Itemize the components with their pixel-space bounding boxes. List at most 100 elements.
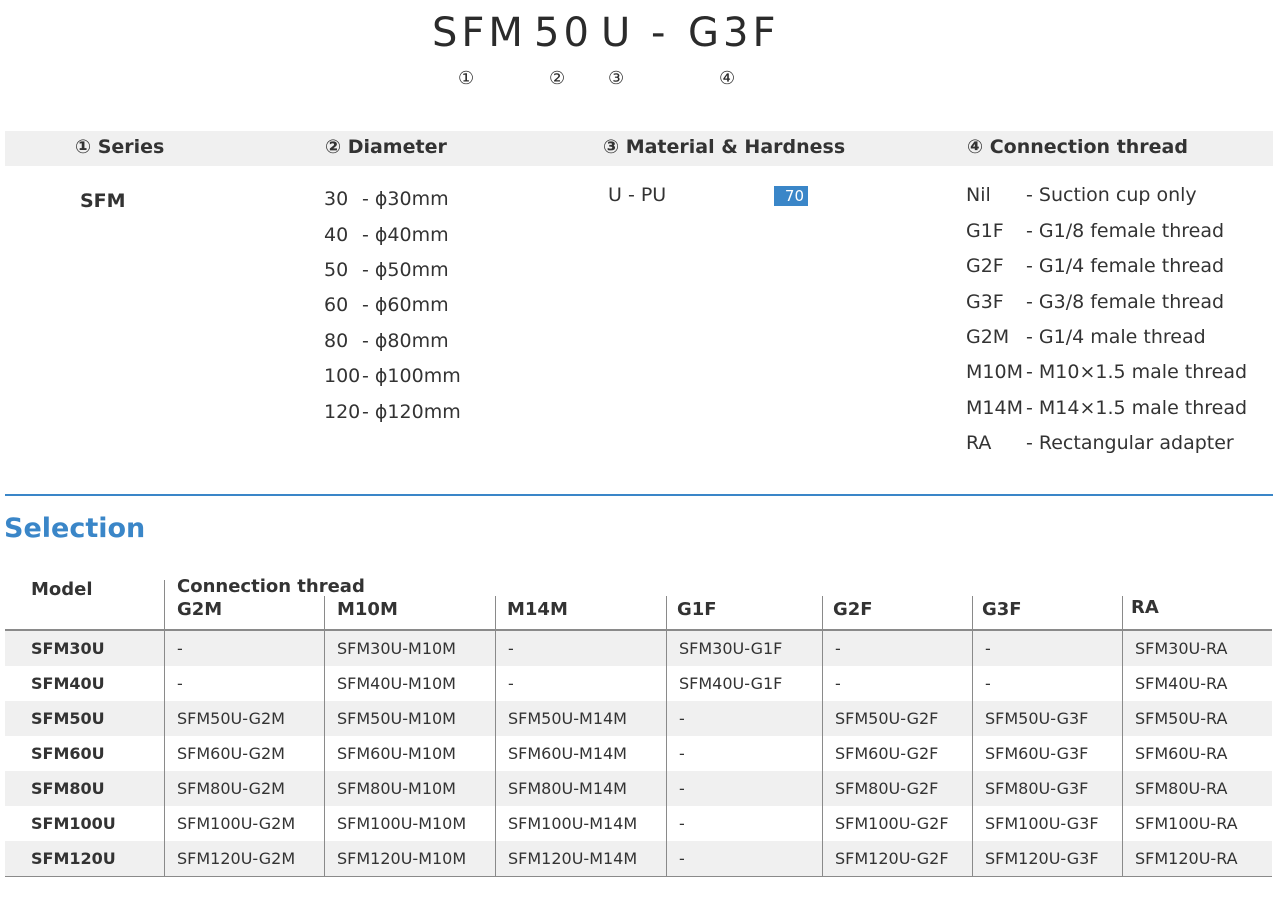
table-cell: SFM120U-G3F <box>985 849 1099 868</box>
thread-code: G1F <box>966 220 1004 242</box>
material-value: U - PU <box>608 184 667 206</box>
spec-header-material: ③ Material & Hardness <box>603 136 846 158</box>
model-header: Model <box>31 579 93 600</box>
diameter-code: 100 <box>324 365 361 387</box>
code-series: SFM <box>432 10 527 56</box>
table-cell: SFM30U-RA <box>1135 639 1228 658</box>
table-cell: SFM120U-G2M <box>177 849 296 868</box>
thread-code: Nil <box>966 184 991 206</box>
thread-desc: - G1/4 female thread <box>1026 255 1225 277</box>
table-row-model: SFM80U <box>31 779 105 798</box>
diameter-code: 60 <box>324 294 349 316</box>
table-row-model: SFM60U <box>31 744 105 763</box>
selection-title: Selection <box>4 513 146 544</box>
table-cell: SFM40U-G1F <box>679 674 783 693</box>
table-cell: SFM80U-RA <box>1135 779 1228 798</box>
thread-desc: - Rectangular adapter <box>1026 432 1234 454</box>
section-divider <box>5 494 1273 496</box>
column-divider <box>972 596 973 877</box>
thread-code: M14M <box>966 397 1023 419</box>
col-header-g2m: G2M <box>177 599 223 620</box>
table-cell: - <box>679 814 685 833</box>
thread-desc: - M10×1.5 male thread <box>1026 361 1248 383</box>
table-cell: - <box>835 674 841 693</box>
table-cell: SFM100U-M10M <box>337 814 467 833</box>
table-cell: SFM80U-G2F <box>835 779 939 798</box>
table-cell: - <box>508 674 514 693</box>
model-code: SFM 50 U - G3F ① ② ③ ④ <box>0 10 1280 100</box>
thread-code: M10M <box>966 361 1023 383</box>
table-cell: SFM100U-G2M <box>177 814 296 833</box>
table-cell: - <box>177 639 183 658</box>
table-cell: SFM50U-M14M <box>508 709 627 728</box>
diameter-code: 120 <box>324 401 361 423</box>
thread-code: RA <box>966 432 992 454</box>
column-divider <box>164 580 165 877</box>
diameter-desc: - ϕ120mm <box>362 401 461 423</box>
table-cell: - <box>985 639 991 658</box>
table-cell: SFM30U-M10M <box>337 639 456 658</box>
code-marker-1: ① <box>458 68 475 89</box>
code-material: U <box>601 10 635 56</box>
thread-desc: - G1/8 female thread <box>1026 220 1225 242</box>
table-row-model: SFM120U <box>31 849 116 868</box>
table-cell: - <box>679 709 685 728</box>
column-divider <box>1122 596 1123 877</box>
table-cell: SFM50U-RA <box>1135 709 1228 728</box>
diameter-code: 50 <box>324 259 349 281</box>
thread-code: G2M <box>966 326 1010 348</box>
col-header-g1f: G1F <box>677 599 717 620</box>
table-cell: SFM60U-RA <box>1135 744 1228 763</box>
diameter-desc: - ϕ100mm <box>362 365 461 387</box>
table-cell: SFM80U-G2M <box>177 779 285 798</box>
column-divider <box>666 596 667 877</box>
table-row-model: SFM50U <box>31 709 105 728</box>
table-row-model: SFM100U <box>31 814 116 833</box>
table-cell: - <box>508 639 514 658</box>
diameter-desc: - ϕ30mm <box>362 188 449 210</box>
table-cell: - <box>177 674 183 693</box>
col-header-g2f: G2F <box>833 599 873 620</box>
table-cell: SFM120U-RA <box>1135 849 1238 868</box>
table-cell: - <box>985 674 991 693</box>
table-cell: - <box>835 639 841 658</box>
table-cell: SFM80U-G3F <box>985 779 1089 798</box>
table-cell: SFM30U-G1F <box>679 639 783 658</box>
diameter-desc: - ϕ40mm <box>362 224 449 246</box>
table-cell: SFM100U-G3F <box>985 814 1099 833</box>
table-cell: SFM50U-G2M <box>177 709 285 728</box>
table-cell: SFM80U-M10M <box>337 779 456 798</box>
code-thread: G3F <box>688 10 780 56</box>
diameter-desc: - ϕ80mm <box>362 330 449 352</box>
table-cell: SFM120U-M14M <box>508 849 638 868</box>
code-dash: - <box>651 10 670 56</box>
hardness-badge: 70 <box>774 186 808 206</box>
table-cell: - <box>679 744 685 763</box>
table-cell: SFM40U-M10M <box>337 674 456 693</box>
col-header-g3f: G3F <box>982 599 1022 620</box>
thread-desc: - Suction cup only <box>1026 184 1197 206</box>
table-cell: SFM60U-G2M <box>177 744 285 763</box>
column-divider <box>822 596 823 877</box>
code-marker-2: ② <box>549 68 566 89</box>
table-cell: SFM60U-M10M <box>337 744 456 763</box>
table-cell: - <box>679 779 685 798</box>
table-cell: SFM50U-M10M <box>337 709 456 728</box>
table-cell: SFM60U-M14M <box>508 744 627 763</box>
table-cell: SFM40U-RA <box>1135 674 1228 693</box>
thread-desc: - G3/8 female thread <box>1026 291 1225 313</box>
row-shade <box>5 631 1272 666</box>
code-marker-4: ④ <box>719 68 736 89</box>
table-cell: - <box>679 849 685 868</box>
diameter-desc: - ϕ60mm <box>362 294 449 316</box>
table-cell: SFM50U-G3F <box>985 709 1089 728</box>
col-header-ra: RA <box>1131 597 1159 618</box>
diameter-code: 30 <box>324 188 349 210</box>
table-row-model: SFM30U <box>31 639 105 658</box>
table-row-model: SFM40U <box>31 674 105 693</box>
table-cell: SFM50U-G2F <box>835 709 939 728</box>
diameter-desc: - ϕ50mm <box>362 259 449 281</box>
spec-header-diameter: ② Diameter <box>325 136 447 158</box>
spec-header-thread: ④ Connection thread <box>967 136 1188 158</box>
thread-desc: - M14×1.5 male thread <box>1026 397 1248 419</box>
